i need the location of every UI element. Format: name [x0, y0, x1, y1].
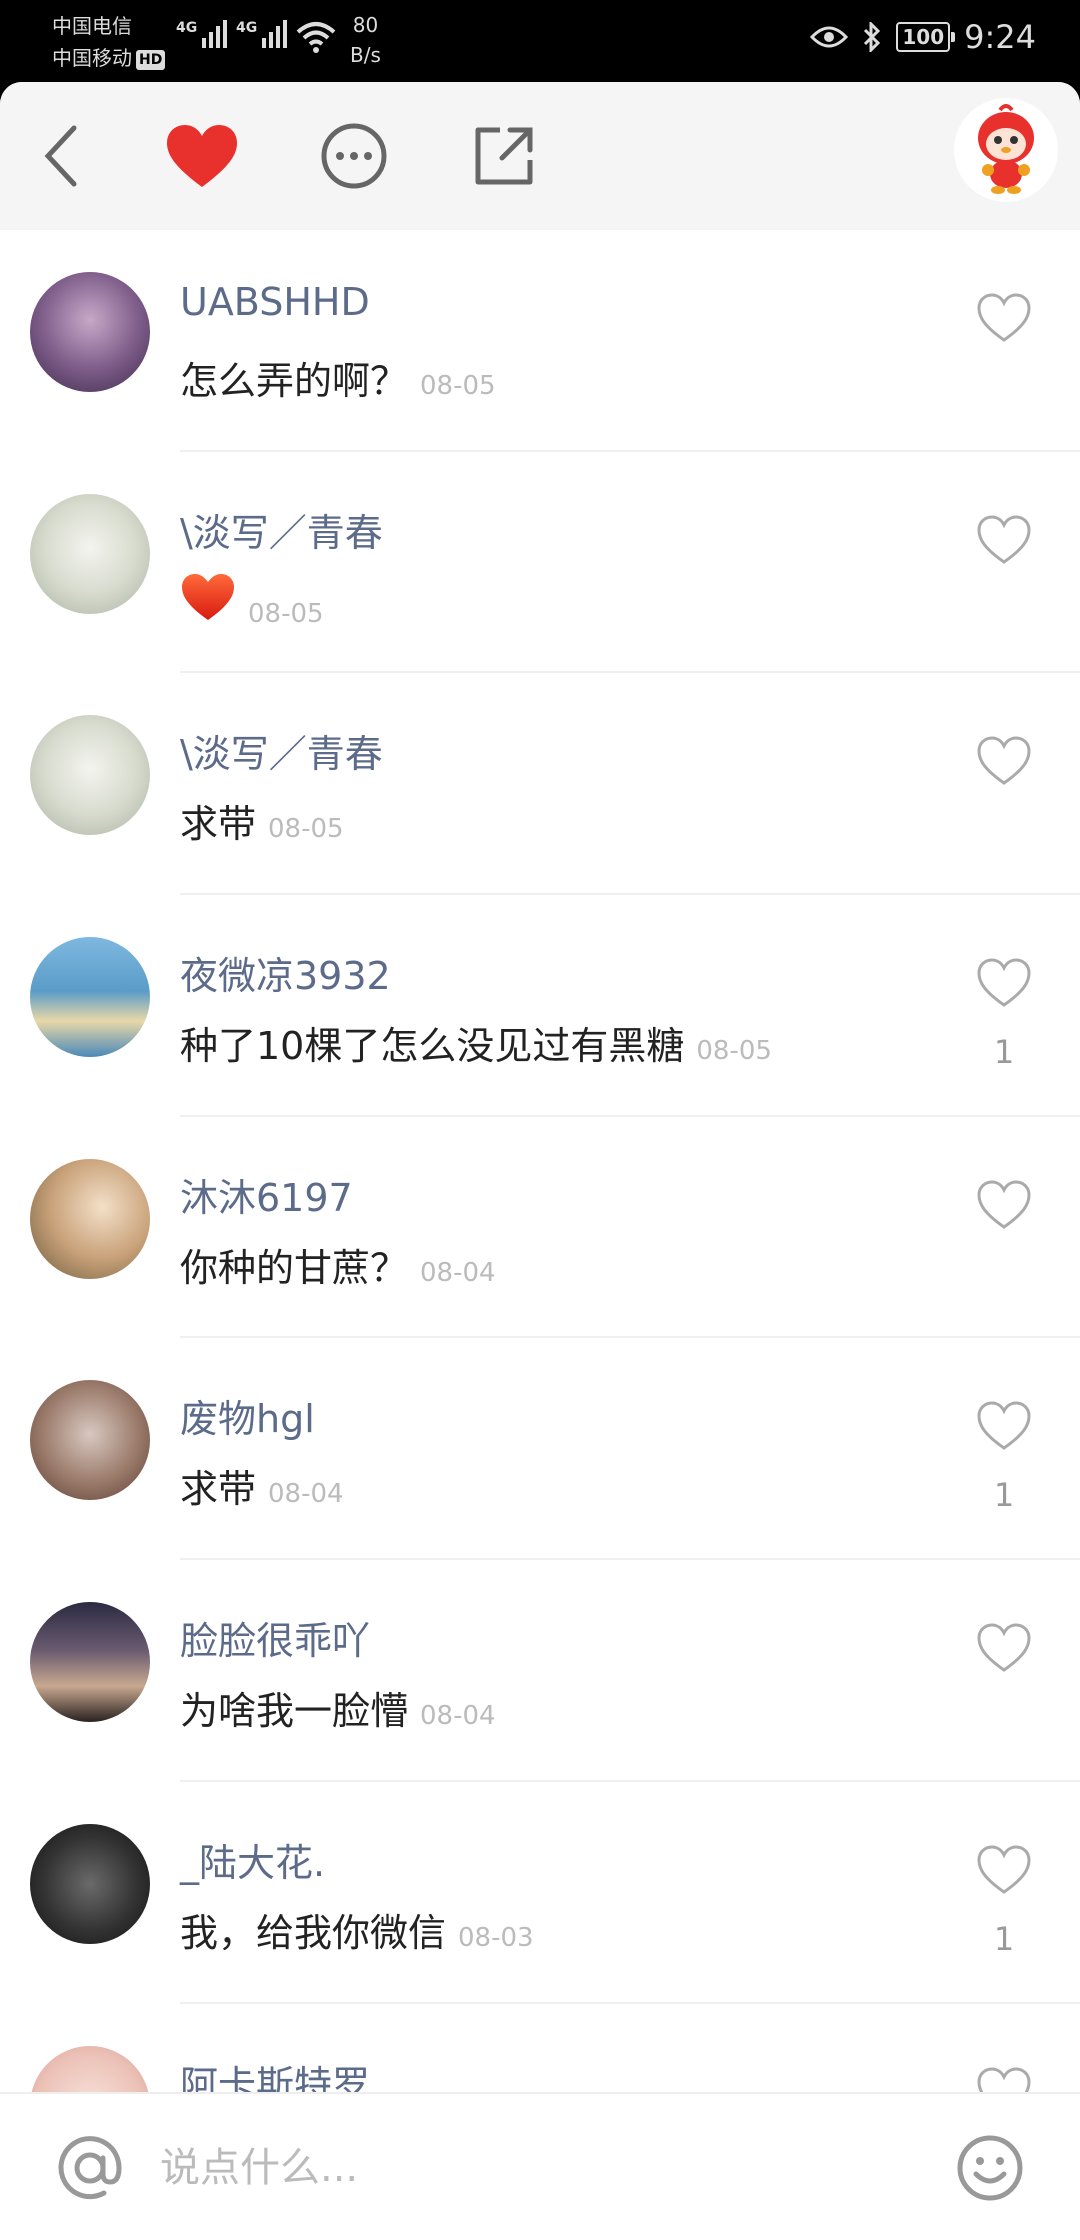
comment-row[interactable]: 脸脸很乖吖 为啥我一脸懵 08-04 [0, 1560, 1080, 1782]
comment-text: 求带 [180, 1467, 257, 1512]
comment-username[interactable]: 脸脸很乖吖 [180, 1610, 370, 1665]
comment-list: UABSHHD 怎么弄的啊？ 08-05 \淡写／青春 08-05 \淡写／青春 … [0, 230, 1080, 2225]
user-avatar[interactable] [30, 1158, 150, 1279]
wifi-icon [296, 22, 336, 53]
comment-text: 求带 [180, 802, 257, 847]
top-toolbar [0, 82, 1080, 230]
signal-icon-1: 4G [176, 20, 228, 48]
like-button[interactable] [164, 118, 240, 194]
emoji-icon[interactable] [956, 2134, 1024, 2202]
comment-username[interactable]: \淡写／青春 [180, 723, 383, 778]
comment-username[interactable]: \淡写／青春 [180, 502, 383, 557]
heart-outline-icon[interactable] [976, 1400, 1032, 1452]
heart-filled-icon [167, 125, 237, 187]
like-count: 1 [993, 1033, 1015, 1072]
comment-date: 08-04 [268, 1479, 344, 1510]
comment-text: 我，给我你微信 [180, 1910, 447, 1955]
eye-icon [810, 26, 849, 48]
network-type-1: 4G [176, 20, 198, 36]
comment-date: 08-04 [420, 1701, 496, 1732]
comment-row[interactable]: 沐沐6197 你种的甘蔗？ 08-04 [0, 1117, 1080, 1339]
user-avatar[interactable] [30, 272, 150, 392]
comment-row[interactable]: _陆大花. 我，给我你微信 08-03 1 [0, 1782, 1080, 2004]
comment-date: 08-04 [420, 1257, 496, 1288]
comment-username[interactable]: 夜微凉3932 [180, 945, 391, 1000]
status-bar: 中国电信 中国移动 HD 4G 4G 80 B/s 100 9:24 [0, 0, 1080, 82]
user-avatar[interactable] [30, 1823, 150, 1944]
comment-row[interactable]: 废物hgl 求带 08-04 1 [0, 1338, 1080, 1561]
heart-outline-icon[interactable] [976, 292, 1032, 344]
comment-text: 怎么弄的啊？ [180, 359, 409, 403]
comment-row[interactable]: UABSHHD 怎么弄的啊？ 08-05 [0, 230, 1080, 452]
heart-outline-icon[interactable] [976, 957, 1032, 1009]
comment-username[interactable]: _陆大花. [180, 1832, 325, 1887]
user-avatar[interactable] [30, 1602, 150, 1723]
carrier-info: 中国电信 中国移动 HD [52, 10, 166, 74]
back-chevron-icon [44, 125, 77, 187]
heart-outline-icon[interactable] [976, 1844, 1032, 1896]
mention-at-icon[interactable] [56, 2134, 124, 2202]
heart-outline-icon[interactable] [976, 1622, 1032, 1674]
speed-unit: B/s [350, 43, 381, 67]
comment-date: 08-03 [458, 1922, 534, 1953]
carrier-1: 中国电信 [52, 14, 132, 38]
bluetooth-icon [864, 22, 881, 52]
comment-username[interactable]: UABSHHD [180, 280, 370, 324]
comment-text: 种了10棵了怎么没见过有黑糖 [180, 1024, 685, 1069]
comment-row[interactable]: \淡写／青春 08-05 [0, 452, 1080, 674]
user-avatar[interactable] [30, 493, 150, 614]
like-count: 1 [993, 1476, 1015, 1515]
comment-input-bar [0, 2092, 1080, 2240]
share-icon [475, 127, 533, 185]
comment-text: 为啥我一脸懵 [180, 1689, 409, 1734]
share-button[interactable] [466, 118, 542, 194]
comment-date: 08-05 [268, 814, 344, 845]
mascot-icon [978, 104, 1034, 194]
back-button[interactable] [24, 118, 100, 194]
more-dots-icon [321, 123, 387, 189]
carrier-2: 中国移动 [52, 46, 132, 70]
comment-date: 08-05 [420, 371, 496, 401]
user-avatar[interactable] [30, 1380, 150, 1501]
comment-sheet: UABSHHD 怎么弄的啊？ 08-05 \淡写／青春 08-05 \淡写／青春 … [0, 82, 1080, 2240]
comment-row[interactable]: \淡写／青春 求带 08-05 [0, 673, 1080, 896]
clock: 9:24 [964, 18, 1036, 56]
user-avatar[interactable] [30, 715, 150, 836]
network-type-2: 4G [236, 20, 258, 36]
heart-outline-icon[interactable] [976, 735, 1032, 787]
comment-date: 08-05 [696, 1036, 772, 1067]
signal-icon-2: 4G [236, 20, 288, 48]
comment-date: 08-05 [248, 598, 324, 629]
network-speed: 80 B/s [350, 10, 381, 70]
more-button[interactable] [316, 118, 392, 194]
comment-username[interactable]: 废物hgl [180, 1388, 315, 1443]
heart-outline-icon[interactable] [976, 514, 1032, 566]
hd-badge: HD [136, 49, 166, 70]
comment-text: 你种的甘蔗？ [180, 1245, 409, 1290]
comment-username[interactable]: 沐沐6197 [180, 1167, 353, 1222]
comment-row[interactable]: 夜微凉3932 种了10棵了怎么没见过有黑糖 08-05 1 [0, 895, 1080, 1117]
battery-icon: 100 [896, 22, 955, 52]
speed-value: 80 [352, 13, 379, 37]
heart-outline-icon[interactable] [976, 1179, 1032, 1231]
like-count: 1 [993, 1919, 1015, 1958]
mascot-avatar[interactable] [954, 98, 1058, 202]
red-heart-emoji-icon [182, 573, 234, 620]
user-avatar[interactable] [30, 937, 150, 1058]
comment-input[interactable] [160, 2134, 920, 2202]
